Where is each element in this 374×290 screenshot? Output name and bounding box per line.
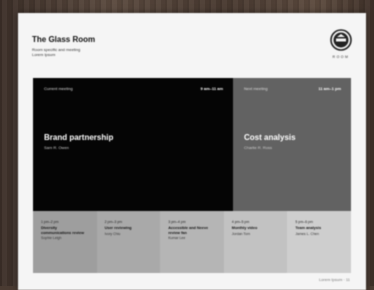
logo-text: ROOM: [332, 55, 350, 59]
slot-host: Kumar Lee: [168, 236, 186, 240]
slot-title: Accessible and Neeve review fan: [168, 226, 209, 235]
slot-title: Team analysis: [295, 226, 322, 230]
current-meeting-card[interactable]: Current meeting 9 am–11 am Brand partner…: [33, 78, 233, 211]
room-display-panel: The Glass Room Room specific and meeting…: [18, 13, 366, 290]
current-title: Brand partnership: [44, 133, 114, 142]
room-logo: ROOM: [330, 29, 352, 59]
slot-time: 4 pm–5 pm: [231, 220, 250, 224]
slot-host: Jordan Tom: [231, 231, 251, 236]
venue-subtitle: Room specific and meeting Lorem Ipsum: [32, 47, 81, 57]
next-meeting-card[interactable]: Next meeting 11 am–1 pm Cost analysis Ch…: [233, 78, 351, 211]
upcoming-slot[interactable]: 5 pm–6 pm Team analysis James L. Chen: [287, 211, 351, 273]
logo-icon: [330, 29, 352, 51]
slot-time: 3 pm–4 pm: [168, 220, 186, 224]
slot-title: User reviewing: [104, 226, 132, 230]
current-status: Current meeting: [44, 86, 73, 91]
slot-host: James L. Chen: [295, 231, 319, 236]
slot-time: 1 pm–2 pm: [41, 220, 59, 224]
current-host: Sam R. Owen: [44, 145, 69, 150]
footer-text: Lorem Ipsum · 11: [318, 277, 350, 282]
current-time: 9 am–11 am: [200, 86, 223, 91]
slot-time: 5 pm–6 pm: [295, 220, 313, 224]
venue-header: The Glass Room Room specific and meeting…: [32, 35, 95, 57]
venue-name: The Glass Room: [32, 35, 96, 44]
upcoming-slot[interactable]: 4 pm–5 pm Monthly video Jordan Tom: [223, 211, 288, 273]
next-time: 11 am–1 pm: [318, 86, 341, 91]
next-status: Next meeting: [244, 86, 268, 91]
slot-time: 2 pm–3 pm: [104, 220, 123, 224]
slot-host: Sophie Leigh: [41, 236, 62, 240]
next-title: Cost analysis: [244, 133, 296, 142]
upcoming-slot[interactable]: 1 pm–2 pm Diversity communications revie…: [33, 211, 97, 273]
upcoming-slot[interactable]: 3 pm–4 pm Accessible and Neeve review fa…: [160, 211, 224, 273]
slot-title: Diversity communications review: [41, 226, 85, 235]
upcoming-schedule: 1 pm–2 pm Diversity communications revie…: [33, 211, 351, 273]
next-host: Charlie R. Ross: [244, 145, 273, 150]
upcoming-slot[interactable]: 2 pm–3 pm User reviewing Ivory Chiu: [96, 211, 161, 273]
slot-title: Monthly video: [231, 226, 258, 230]
slot-host: Ivory Chiu: [104, 231, 121, 236]
